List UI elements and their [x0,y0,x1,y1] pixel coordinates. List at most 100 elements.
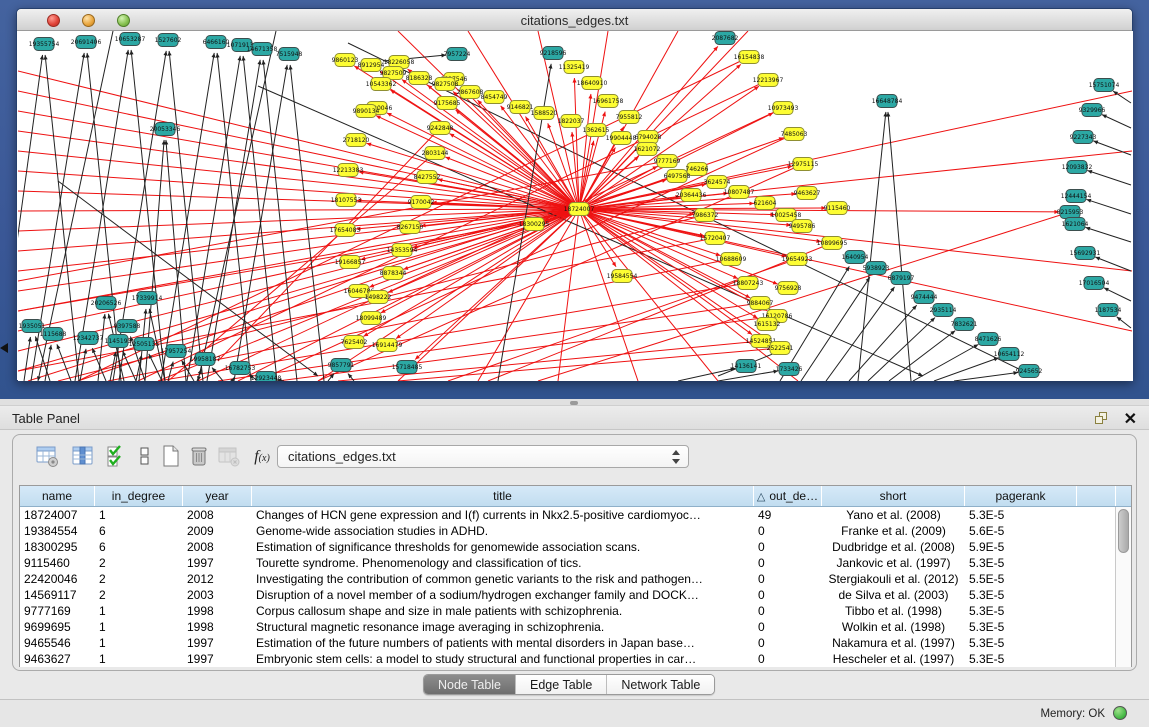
table-cell: 2 [95,587,183,603]
table-cell: Wolkin et al. (1998) [822,619,965,635]
new-column-button[interactable] [157,443,185,471]
graph-node-label: 1362615 [583,127,610,134]
table-cell: 0 [754,571,822,587]
edge-arrowhead-icon [284,65,288,70]
graph-node-label: 6879197 [888,275,915,282]
table-cell: 2012 [183,571,252,587]
graph-node-label: 10973493 [768,105,799,112]
graph-node-label: 1145193 [105,338,132,345]
graph-node-label: 2522541 [767,345,794,352]
graph-node-label: 9463627 [794,190,821,197]
graph-node-label: 15751074 [1089,82,1120,89]
graph-node-label: 8471626 [975,336,1002,343]
graph-node-label: 1187534 [1095,307,1122,314]
edge-arrowhead-icon [83,349,87,354]
graph-node-label: 12213967 [753,77,784,84]
graph-node-label: 14136141 [731,363,762,370]
selection-mode-button[interactable] [103,443,131,471]
table-row[interactable]: 946362711997Embryonic stem cells: a mode… [20,651,1131,667]
table-cell: 0 [754,651,822,667]
tab-network-table[interactable]: Network Table [607,675,714,694]
column-header-short[interactable]: short [822,486,965,506]
graph-node-label: 7485063 [781,131,808,138]
panel-collapse-arrow-icon[interactable] [0,343,8,353]
column-header-pagerank[interactable]: pagerank [965,486,1077,506]
graph-node-label: 8912954 [358,62,385,69]
column-header-year[interactable]: year [183,486,252,506]
table-cell: Dudbridge et al. (2008) [822,539,965,555]
column-header-in_degree[interactable]: in_degree [95,486,183,506]
column-header-name[interactable]: name [20,486,95,506]
table-mode-icon [35,444,59,468]
scrollbar-thumb[interactable] [1118,509,1129,553]
edge-arrowhead-icon [548,64,552,69]
graph-node-label: 9827508 [432,81,459,88]
graph-node-label: 9827509 [380,70,407,77]
graph-node-label: 8878344 [380,270,407,277]
column-header-out_de…[interactable]: △out_de… [754,486,822,506]
table-row[interactable]: 1456911722003Disruption of a novel membe… [20,587,1131,603]
close-panel-icon[interactable]: ✕ [1124,409,1137,429]
table-row[interactable]: 911546021997Tourette syndrome. Phenomeno… [20,555,1131,571]
table-cell: Structural magnetic resonance image aver… [252,619,754,635]
graph-edge [18,209,579,291]
window-title: citations_edges.txt [17,13,1132,28]
table-row[interactable]: 2242004622012Investigating the contribut… [20,571,1131,587]
network-graph[interactable]: 1872400711325419186409101696175879558121… [18,31,1133,381]
graph-node-label: 17339914 [132,295,163,302]
edge-arrowhead-icon [886,112,890,117]
edge-arrowhead-icon [612,262,616,267]
network-window-titlebar[interactable]: citations_edges.txt [17,9,1132,31]
graph-node-label: 10653287 [115,36,146,43]
table-row[interactable]: 1872400712008Changes of HCN gene express… [20,507,1131,523]
graph-node-label: 12923448 [251,375,282,381]
delete-column-button[interactable] [185,443,213,471]
edge-arrowhead-icon [591,141,595,146]
table-cell: 49 [754,507,822,523]
tab-node-table[interactable]: Node Table [424,675,516,694]
graph-node-label: 1935051 [19,323,46,330]
graph-node-label: 16154838 [734,54,765,61]
column-header-label: pagerank [995,489,1045,503]
graph-node-label: 6497568 [664,173,691,180]
edge-arrowhead-icon [747,330,752,334]
function-builder-button[interactable]: f(x) [245,443,279,471]
table-row[interactable]: 977716911998Corpus callosum shape and si… [20,603,1131,619]
row-height-button[interactable] [131,443,159,471]
graph-edge [858,112,886,381]
graph-node-label: 12444154 [1061,193,1092,200]
graph-edge [24,337,30,381]
divider-handle-icon[interactable] [570,401,578,405]
graph-node-label: 15718485 [392,364,423,371]
network-canvas[interactable]: 1872400711325419186409101696175879558121… [18,31,1133,381]
table-row[interactable]: 1830029562008Estimation of significance … [20,539,1131,555]
network-window[interactable]: citations_edges.txt 18724007113254191864… [16,8,1133,381]
table-row[interactable]: 946554611997Estimation of the future num… [20,635,1131,651]
table-cell: Stergiakouli et al. (2012) [822,571,965,587]
table-cell: 19384554 [20,523,95,539]
graph-node-label: 3624574 [704,179,731,186]
table-cell: 1 [95,651,183,667]
delete-table-button[interactable] [215,443,243,471]
table-mode-button[interactable] [33,443,61,471]
column-header-blank[interactable] [1077,486,1116,506]
show-columns-button[interactable] [69,443,97,471]
graph-node-label: 12213383 [333,167,364,174]
graph-node-label: 1733426 [776,366,803,373]
graph-node-label: 1115688 [40,331,67,338]
table-cell: 9777169 [20,603,95,619]
table-scrollbar[interactable] [1115,507,1131,667]
graph-edge [889,331,955,381]
graph-node-label: 10543362 [366,81,397,88]
table-row[interactable]: 1938455462009Genome-wide association stu… [20,523,1131,539]
split-pane-divider[interactable] [0,399,1149,406]
tab-edge-table[interactable]: Edge Table [516,675,607,694]
column-header-label: year [205,489,228,503]
graph-node-label: 1621064 [1062,221,1089,228]
edge-arrowhead-icon [547,123,551,128]
float-panel-icon[interactable] [1094,411,1109,426]
table-row[interactable]: 969969511998Structural magnetic resonanc… [20,619,1131,635]
graph-node-label: 16648784 [872,98,903,105]
table-selector-dropdown[interactable]: citations_edges.txt [277,445,689,468]
column-header-title[interactable]: title [252,486,754,506]
